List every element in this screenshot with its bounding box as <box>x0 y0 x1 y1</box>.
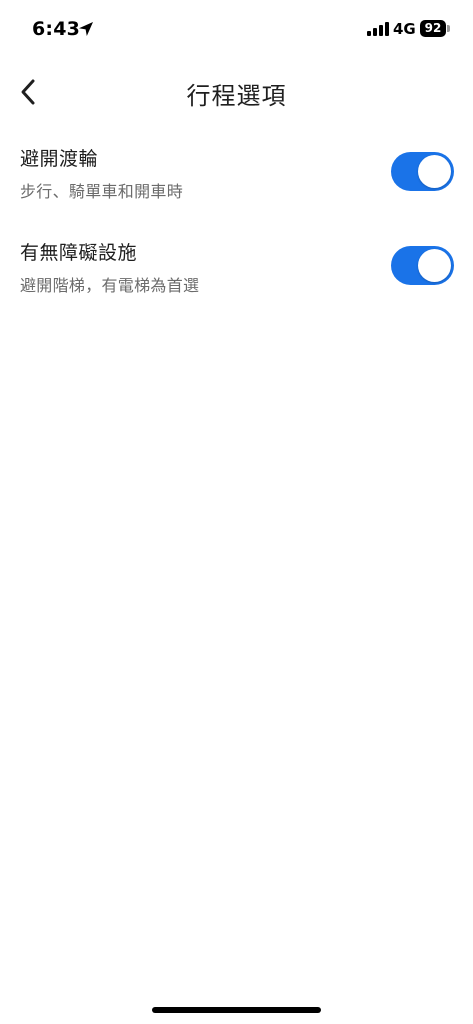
settings-list: 避開渡輪 步行、騎單車和開車時 有無障礙設施 避開階梯，有電梯為首選 <box>0 130 473 318</box>
setting-title: 有無障礙設施 <box>20 242 138 264</box>
cellular-signal-icon <box>367 22 389 36</box>
network-type-label: 4G <box>393 20 416 38</box>
location-arrow-icon <box>79 22 93 36</box>
setting-row-avoid-ferries: 避開渡輪 步行、騎單車和開車時 <box>0 130 473 224</box>
status-time: 6:43 <box>32 18 81 40</box>
setting-subtitle: 避開階梯，有電梯為首選 <box>20 276 200 295</box>
toggle-knob <box>418 249 451 282</box>
home-indicator[interactable] <box>152 1007 321 1013</box>
battery-level: 92 <box>420 20 446 37</box>
accessibility-toggle[interactable] <box>391 246 454 285</box>
setting-row-accessibility: 有無障礙設施 避開階梯，有電梯為首選 <box>0 224 473 318</box>
setting-title: 避開渡輪 <box>20 148 99 170</box>
status-bar: 6:43 4G 92 <box>0 0 473 58</box>
header: 行程選項 <box>0 66 473 118</box>
battery-tip <box>447 25 450 32</box>
page-title: 行程選項 <box>186 82 287 110</box>
toggle-knob <box>418 155 451 188</box>
battery-icon: 92 <box>420 20 450 37</box>
avoid-ferries-toggle[interactable] <box>391 152 454 191</box>
setting-subtitle: 步行、騎單車和開車時 <box>20 182 184 201</box>
